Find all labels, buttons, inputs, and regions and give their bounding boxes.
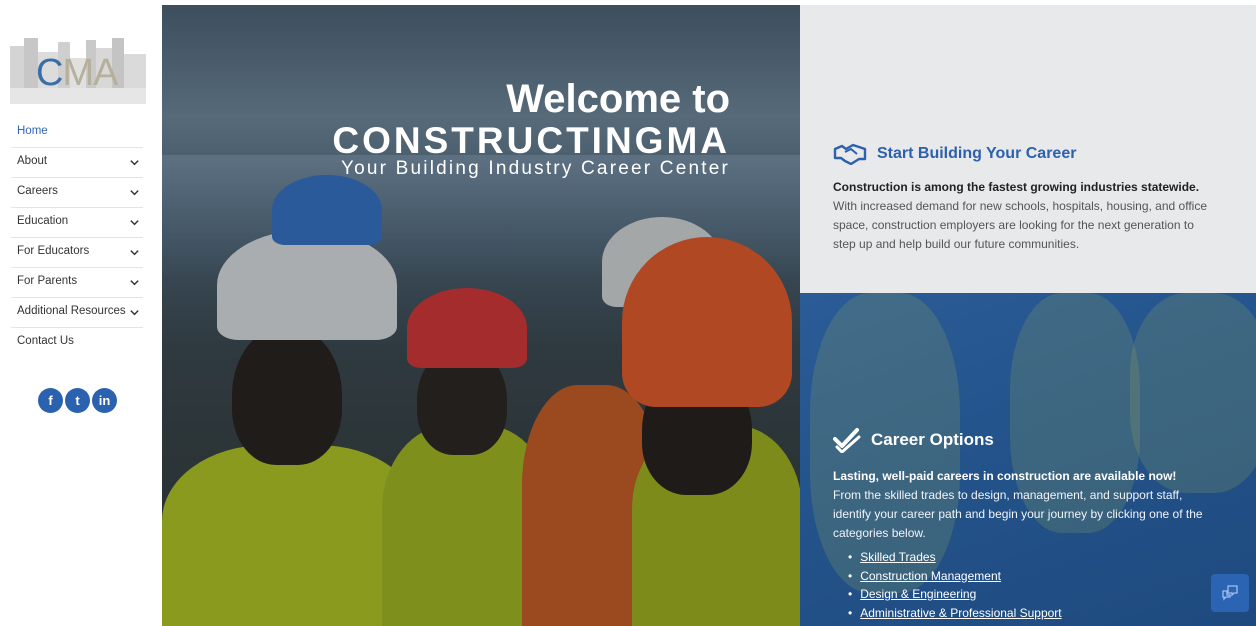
start-building-panel: Start Building Your Career Construction …	[800, 5, 1256, 293]
nav-item-label: Contact Us	[17, 335, 74, 347]
construction-management-link[interactable]: Construction Management	[860, 569, 1001, 583]
list-item: Administrative & Professional Support	[848, 604, 1061, 623]
social-links: f t in	[38, 388, 117, 413]
nav-item-contact-us[interactable]: Contact Us	[11, 328, 143, 358]
hero-photo-shape	[232, 325, 342, 465]
sidebar-nav: Home About Careers Education For Educato…	[11, 118, 143, 358]
start-building-body: Construction is among the fastest growin…	[833, 178, 1213, 254]
hero-banner: Welcome to CONSTRUCTINGMA Your Building …	[162, 5, 800, 626]
nav-item-label: Additional Resources	[17, 305, 126, 317]
chevron-down-icon[interactable]	[129, 247, 140, 258]
hero-title: Welcome to CONSTRUCTINGMA Your Building …	[332, 77, 730, 179]
career-options-heading-text: Career Options	[871, 430, 994, 449]
hero-photo-shape	[407, 288, 527, 368]
facebook-icon[interactable]: f	[38, 388, 63, 413]
career-category-list: Skilled Trades Construction Management D…	[848, 548, 1062, 623]
administrative-support-link[interactable]: Administrative & Professional Support	[860, 606, 1061, 620]
list-item: Skilled Trades	[848, 548, 1062, 567]
chevron-down-icon[interactable]	[129, 277, 140, 288]
nav-item-label: Home	[17, 125, 48, 137]
cma-logo[interactable]: CMA	[10, 38, 146, 104]
nav-item-label: For Parents	[17, 275, 78, 287]
start-building-heading-text: Start Building Your Career	[877, 145, 1077, 162]
chat-icon	[1222, 585, 1238, 601]
nav-item-label: For Educators	[17, 245, 90, 257]
chat-button[interactable]	[1211, 574, 1249, 612]
list-item: Construction Management	[848, 567, 1062, 586]
start-building-heading: Start Building Your Career	[833, 143, 1076, 165]
start-building-lead: Construction is among the fastest growin…	[833, 180, 1200, 194]
chevron-down-icon[interactable]	[129, 307, 140, 318]
hero-welcome-text: Welcome to	[506, 77, 730, 121]
double-check-icon	[833, 428, 861, 453]
hero-tagline: Your Building Industry Career Center	[341, 158, 730, 179]
nav-item-additional-resources[interactable]: Additional Resources	[11, 298, 143, 328]
twitter-icon[interactable]: t	[65, 388, 90, 413]
nav-item-education[interactable]: Education	[11, 208, 143, 238]
hero-photo-shape	[622, 237, 792, 407]
nav-item-label: About	[17, 155, 48, 167]
sidebar: CMA Home About Careers Education For Edu…	[0, 0, 162, 626]
career-options-panel: Career Options Lasting, well-paid career…	[800, 293, 1256, 626]
linkedin-icon[interactable]: in	[92, 388, 117, 413]
nav-item-careers[interactable]: Careers	[11, 178, 143, 208]
nav-item-for-educators[interactable]: For Educators	[11, 238, 143, 268]
nav-item-label: Careers	[17, 185, 58, 197]
skilled-trades-link[interactable]: Skilled Trades	[860, 550, 935, 564]
nav-item-about[interactable]: About	[11, 148, 143, 178]
chevron-down-icon[interactable]	[129, 157, 140, 168]
chevron-down-icon[interactable]	[129, 187, 140, 198]
handshake-icon	[833, 143, 867, 165]
hero-photo-shape	[272, 175, 382, 245]
panel-background-photo	[1130, 293, 1256, 493]
career-options-text: From the skilled trades to design, manag…	[833, 488, 1203, 540]
hero-photo-shape	[217, 230, 397, 340]
nav-item-for-parents[interactable]: For Parents	[11, 268, 143, 298]
list-item: Design & Engineering	[848, 585, 1062, 604]
design-engineering-link[interactable]: Design & Engineering	[860, 587, 976, 601]
career-options-lead: Lasting, well-paid careers in constructi…	[833, 469, 1177, 483]
nav-item-label: Education	[17, 215, 69, 227]
career-options-body: Lasting, well-paid careers in constructi…	[833, 467, 1213, 543]
logo-text: CMA	[36, 52, 118, 94]
career-options-heading: Career Options	[833, 427, 994, 453]
chevron-down-icon[interactable]	[129, 217, 140, 228]
nav-item-home[interactable]: Home	[11, 118, 143, 148]
hero-brand-text: CONSTRUCTINGMA	[332, 120, 730, 161]
start-building-text: With increased demand for new schools, h…	[833, 199, 1207, 251]
